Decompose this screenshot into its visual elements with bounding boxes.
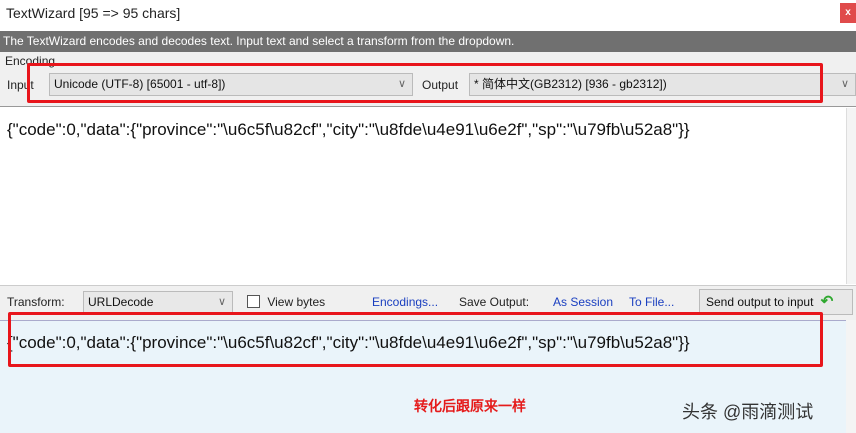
checkbox-icon: [247, 295, 260, 308]
chevron-down-icon: ∨: [217, 296, 226, 308]
input-encoding-value: Unicode (UTF-8) [65001 - utf-8]): [54, 77, 226, 91]
encoding-label: Encoding: [5, 54, 56, 68]
view-bytes-checkbox[interactable]: View bytes: [247, 295, 325, 311]
view-bytes-label: View bytes: [267, 295, 326, 309]
output-scrollbar[interactable]: [846, 320, 856, 433]
transform-select[interactable]: URLDecode ∨: [83, 291, 233, 314]
info-bar: The TextWizard encodes and decodes text.…: [0, 31, 856, 52]
to-file-link[interactable]: To File...: [629, 295, 674, 309]
input-label: Input: [7, 78, 34, 92]
transform-value: URLDecode: [88, 295, 154, 309]
input-scrollbar[interactable]: [846, 108, 856, 284]
encodings-link[interactable]: Encodings...: [372, 295, 438, 309]
encoding-group: Encoding Input Unicode (UTF-8) [65001 - …: [0, 52, 856, 107]
output-label: Output: [422, 78, 459, 92]
chevron-down-icon: ∨: [840, 78, 849, 90]
send-output-to-input-button[interactable]: Send output to input ↶: [699, 289, 853, 315]
window-title: TextWizard [95 => 95 chars]: [6, 5, 181, 21]
output-encoding-value: * 简体中文(GB2312) [936 - gb2312]): [474, 77, 667, 91]
transform-label: Transform:: [7, 295, 65, 309]
save-output-label: Save Output:: [459, 295, 530, 309]
input-textarea[interactable]: {"code":0,"data":{"province":"\u6c5f\u82…: [0, 108, 846, 284]
annotation-text: 转化后跟原来一样: [414, 398, 526, 414]
chevron-down-icon: ∨: [397, 78, 406, 90]
watermark: 头条 @雨滴测试: [682, 402, 814, 422]
input-encoding-select[interactable]: Unicode (UTF-8) [65001 - utf-8]) ∨: [49, 73, 413, 96]
output-encoding-select[interactable]: * 简体中文(GB2312) [936 - gb2312]) ∨: [469, 73, 856, 96]
return-arrow-icon: ↶: [820, 293, 834, 310]
as-session-link[interactable]: As Session: [553, 295, 613, 309]
close-button[interactable]: x: [840, 3, 856, 23]
send-label: Send output to input: [706, 295, 814, 309]
